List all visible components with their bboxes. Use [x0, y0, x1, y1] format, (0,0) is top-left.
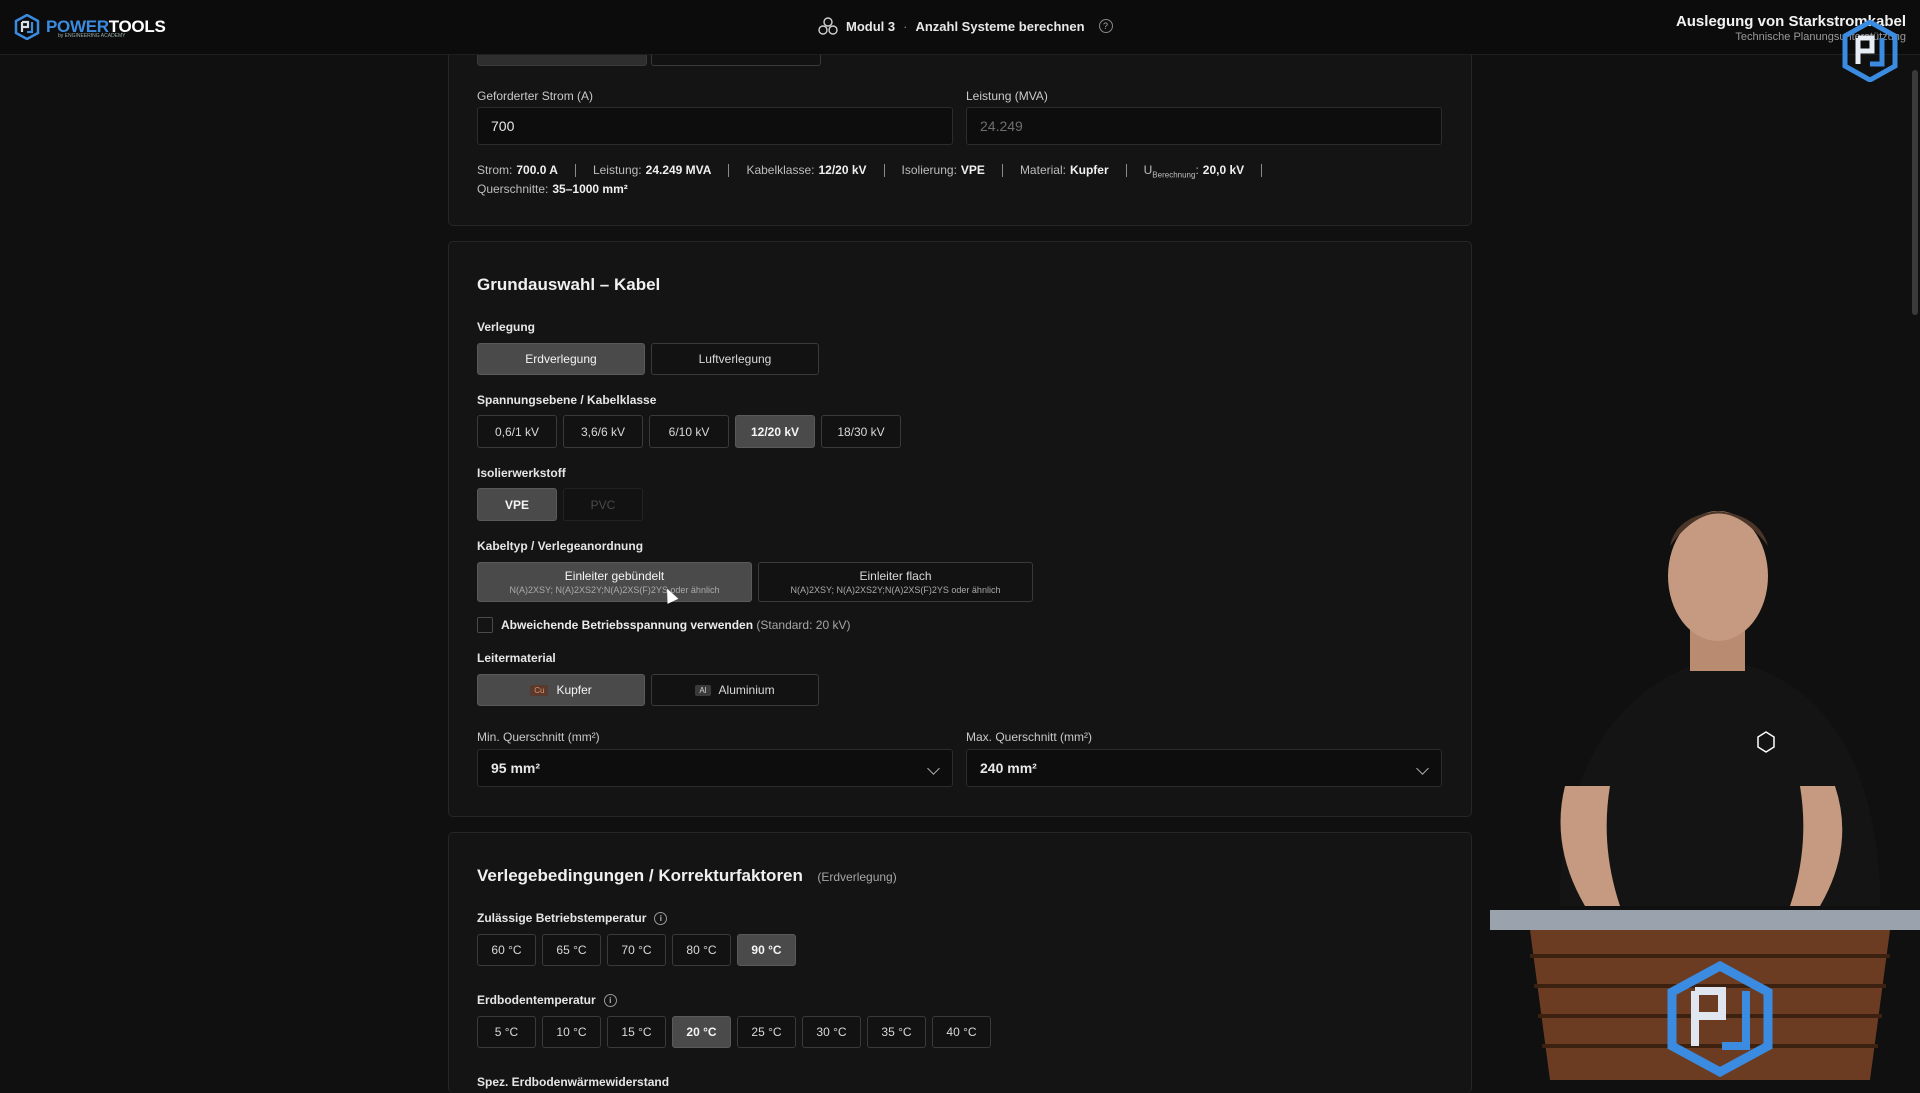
info-icon[interactable]: i: [603, 994, 617, 1008]
grundauswahl-title: Grundauswahl – Kabel: [477, 275, 661, 294]
betrieb-65-button[interactable]: 65 °C: [542, 934, 601, 966]
betrieb-60-button[interactable]: 60 °C: [477, 934, 536, 966]
kabeltyp-gebuendelt-button[interactable]: Einleiter gebündelt N(A)2XSY; N(A)2XS2Y;…: [477, 562, 752, 602]
module-task: Anzahl Systeme berechnen: [915, 18, 1085, 34]
spannung-6-10-kv[interactable]: 6/10 kV: [649, 415, 729, 448]
min-querschnitt-select[interactable]: 95 mm²: [477, 749, 953, 787]
betrieb-80-button[interactable]: 80 °C: [672, 934, 731, 966]
betrieb-70-button[interactable]: 70 °C: [607, 934, 666, 966]
erdboden-35-button[interactable]: 35 °C: [867, 1016, 926, 1048]
kabeltyp-label: Kabeltyp / Verlegeanordnung: [477, 539, 644, 553]
isolier-pvc-button[interactable]: PVC: [563, 488, 643, 521]
verlegebedingungen-hint: (Erdverlegung): [817, 870, 897, 884]
leistung-input[interactable]: 24.249: [966, 107, 1442, 145]
spannung-0-6-1-kv[interactable]: 0,6/1 kV: [477, 415, 557, 448]
leiter-label: Leitermaterial: [477, 651, 556, 665]
spannung-label: Spannungsebene / Kabelklasse: [477, 393, 657, 407]
erdboden-30-button[interactable]: 30 °C: [802, 1016, 861, 1048]
luftverlegung-button[interactable]: Luftverlegung: [651, 343, 819, 375]
erdboden-15-button[interactable]: 15 °C: [607, 1016, 666, 1048]
kabeltyp-gebuendelt-sub: N(A)2XSY; N(A)2XS2Y;N(A)2XS(F)2YS oder ä…: [509, 585, 720, 595]
erdboden-25-button[interactable]: 25 °C: [737, 1016, 796, 1048]
presenter-video-overlay: [1490, 511, 1920, 1080]
title-separator: ·: [903, 18, 908, 34]
querschnitte-line: Querschnitte: 35–1000 mm²: [477, 182, 628, 196]
isolier-label: Isolierwerkstoff: [477, 466, 566, 480]
betrieb-90-button[interactable]: 90 °C: [737, 934, 796, 966]
max-querschnitt-label: Max. Querschnitt (mm²): [966, 730, 1093, 744]
verlegung-label: Verlegung: [477, 320, 536, 334]
top-bar: POWERTOOLS by ENGINEERING ACADEMY Modul …: [0, 0, 1920, 82]
erdboden-20-button[interactable]: 20 °C: [672, 1016, 731, 1048]
waermewiderstand-label-partial: Spez. Erdbodenwärmewiderstand: [477, 1075, 670, 1089]
copper-chip-icon: Cu: [530, 684, 549, 696]
kabeltyp-flach-title: Einleiter flach: [859, 569, 932, 583]
chevron-down-icon: [927, 762, 940, 775]
strom-label: Geforderter Strom (A): [477, 89, 594, 103]
aluminium-chip-icon: Al: [695, 684, 711, 696]
erdboden-40-button[interactable]: 40 °C: [932, 1016, 991, 1048]
powertools-logo-icon: [14, 14, 40, 40]
module-number: Modul 3: [846, 18, 896, 34]
verlegebedingungen-heading: Verlegebedingungen / Korrekturfaktoren (…: [477, 866, 897, 886]
chevron-down-icon: [1416, 762, 1429, 775]
erdbodentemperatur-label: Erdbodentemperatur i: [477, 993, 617, 1008]
info-icon[interactable]: i: [654, 912, 668, 926]
isolier-vpe-button[interactable]: VPE: [477, 488, 557, 521]
spannung-3-6-6-kv[interactable]: 3,6/6 kV: [563, 415, 643, 448]
kabeltyp-flach-sub: N(A)2XSY; N(A)2XS2Y;N(A)2XS(F)2YS oder ä…: [790, 585, 1001, 595]
logo-subtitle: by ENGINEERING ACADEMY: [58, 33, 126, 39]
verlegebedingungen-title: Verlegebedingungen / Korrekturfaktoren: [477, 866, 803, 885]
kabeltyp-gebuendelt-title: Einleiter gebündelt: [564, 569, 665, 583]
spannung-18-30-kv[interactable]: 18/30 kV: [821, 415, 901, 448]
betriebstemperatur-label: Zulässige Betriebstemperatur i: [477, 911, 668, 926]
kabeltyp-flach-button[interactable]: Einleiter flach N(A)2XSY; N(A)2XS2Y;N(A)…: [758, 562, 1033, 602]
verlegebedingungen-card: Verlegebedingungen / Korrekturfaktoren (…: [448, 832, 1472, 1093]
summary-line: Strom: 700.0 A Leistung: 24.249 MVA Kabelkla…: [477, 163, 1279, 179]
app-logo[interactable]: POWERTOOLS by ENGINEERING ACADEMY: [14, 14, 166, 40]
spannung-12-20-kv[interactable]: 12/20 kV: [735, 415, 815, 448]
max-querschnitt-select[interactable]: 240 mm²: [966, 749, 1442, 787]
min-querschnitt-label: Min. Querschnitt (mm²): [477, 730, 600, 744]
engineering-academy-watermark-icon: [1842, 20, 1898, 82]
erdboden-5-button[interactable]: 5 °C: [477, 1016, 536, 1048]
module-cluster-icon: [818, 17, 838, 35]
grundauswahl-card: Grundauswahl – Kabel Verlegung Erdverleg…: [448, 241, 1472, 817]
erdboden-10-button[interactable]: 10 °C: [542, 1016, 601, 1048]
strom-input[interactable]: 700: [477, 107, 953, 145]
help-icon[interactable]: ?: [1098, 19, 1113, 33]
erdverlegung-button[interactable]: Erdverlegung: [477, 343, 645, 375]
abweichende-spannung-checkbox[interactable]: [477, 617, 493, 633]
leiter-kupfer-button[interactable]: Cu Kupfer: [477, 674, 645, 706]
page-scrollbar[interactable]: [1912, 70, 1918, 315]
abweichende-spannung-label: Abweichende Betriebsspannung verwenden (…: [501, 618, 851, 632]
load-input-card: Geforderter Strom (A) 700 Leistung (MVA)…: [448, 40, 1472, 226]
leistung-label: Leistung (MVA): [966, 89, 1048, 103]
module-title: Modul 3 · Anzahl Systeme berechnen ?: [818, 17, 1113, 35]
leiter-aluminium-button[interactable]: Al Aluminium: [651, 674, 819, 706]
